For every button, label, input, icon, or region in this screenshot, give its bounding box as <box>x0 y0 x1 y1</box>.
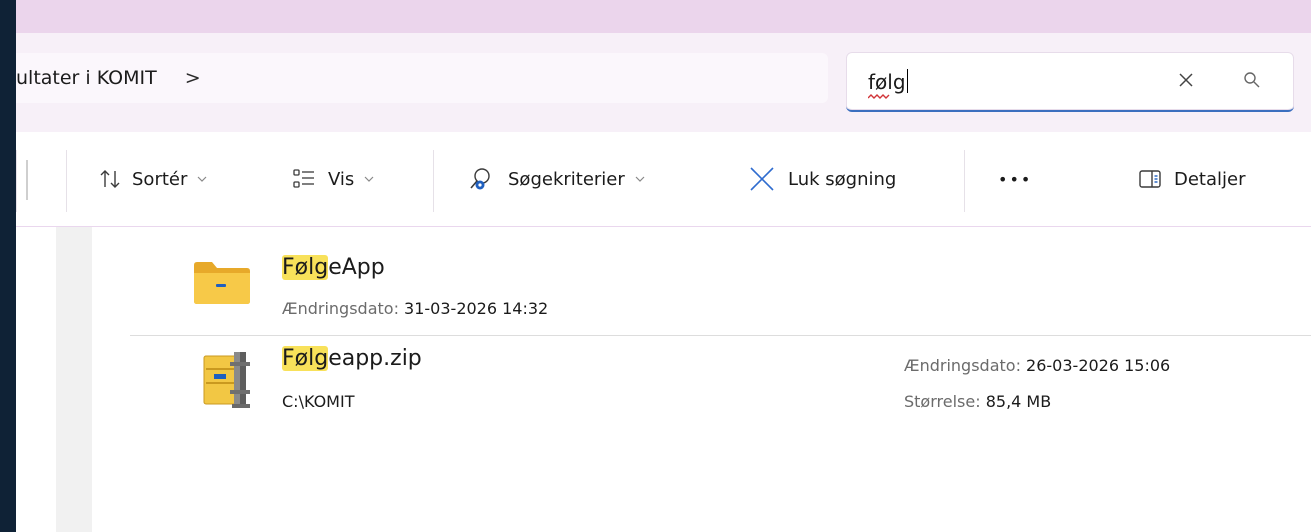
chevron-down-icon <box>635 176 645 182</box>
toolbar-separator <box>66 150 67 212</box>
file-name-rest: eapp.zip <box>328 346 422 371</box>
search-criteria-label: Søgekriterier <box>508 168 625 190</box>
spellcheck-underline-icon <box>868 94 890 99</box>
file-name-rest: eApp <box>328 255 385 280</box>
file-size: Størrelse: 85,4 MB <box>904 392 1051 411</box>
search-icon[interactable] <box>1242 70 1262 90</box>
list-view-icon <box>293 169 314 188</box>
zip-archive-icon <box>203 352 250 408</box>
modified-label: Ændringsdato: <box>282 299 399 318</box>
command-bar: Sortér Vis Søgekriterier Luk søgning •••… <box>16 132 1311 227</box>
list-item[interactable]: Følgeapp.zip C:\KOMIT Ændringsdato: 26-0… <box>92 336 1311 446</box>
chevron-down-icon <box>197 176 207 182</box>
search-match-highlight: Følg <box>282 346 329 371</box>
view-button[interactable]: Vis <box>292 132 374 226</box>
sort-arrows-icon <box>100 170 120 188</box>
search-results-list: FølgeApp Ændringsdato: 31-03-2026 14:32 … <box>92 227 1311 532</box>
modified-value: 26-03-2026 15:06 <box>1026 356 1171 375</box>
close-icon <box>750 167 774 191</box>
view-label: Vis <box>328 168 355 190</box>
modified-label: Ændringsdato: <box>904 356 1021 375</box>
title-bar[interactable] <box>16 0 1311 33</box>
address-bar[interactable]: ultater i KOMIT > <box>16 53 828 103</box>
folder-icon <box>194 262 250 304</box>
details-pane-icon <box>1139 170 1161 188</box>
more-options-icon: ••• <box>998 169 1033 189</box>
more-options-button[interactable]: ••• <box>998 132 1032 226</box>
close-search-button[interactable]: Luk søgning <box>748 132 896 226</box>
chevron-down-icon <box>364 176 374 182</box>
truncated-button-edge <box>26 160 28 200</box>
toolbar-edge-icon <box>16 150 17 212</box>
modified-date: Ændringsdato: 31-03-2026 14:32 <box>282 299 548 318</box>
sort-button[interactable]: Sortér <box>98 132 207 226</box>
file-explorer-window: ultater i KOMIT > følg Sortér Vis Søgekr… <box>16 0 1311 532</box>
search-options-icon <box>470 168 490 190</box>
size-value: 85,4 MB <box>985 392 1052 411</box>
breadcrumb-chevron-icon[interactable]: > <box>185 67 201 89</box>
file-location: C:\KOMIT <box>282 392 355 411</box>
search-input-value: følg <box>868 70 906 94</box>
file-name[interactable]: FølgeApp <box>282 255 385 280</box>
modified-date: Ændringsdato: 26-03-2026 15:06 <box>904 356 1170 375</box>
breadcrumb[interactable]: ultater i KOMIT <box>16 67 157 89</box>
sort-label: Sortér <box>132 168 188 190</box>
modified-value: 31-03-2026 14:32 <box>404 299 549 318</box>
details-label: Detaljer <box>1174 168 1246 190</box>
details-button[interactable]: Detaljer <box>1138 132 1246 226</box>
toolbar-separator <box>433 150 434 212</box>
search-input[interactable]: følg <box>868 69 908 94</box>
size-label: Størrelse: <box>904 392 981 411</box>
text-caret <box>906 69 908 93</box>
list-item[interactable]: FølgeApp Ændringsdato: 31-03-2026 14:32 <box>92 227 1311 335</box>
search-match-highlight: Følg <box>282 255 329 280</box>
file-name[interactable]: Følgeapp.zip <box>282 346 422 371</box>
search-box[interactable]: følg <box>846 52 1294 112</box>
search-criteria-button[interactable]: Søgekriterier <box>468 132 645 226</box>
address-row: ultater i KOMIT > følg <box>16 33 1311 133</box>
close-search-label: Luk søgning <box>788 168 897 190</box>
clear-search-icon[interactable] <box>1176 70 1196 90</box>
toolbar-separator <box>964 150 965 212</box>
navigation-pane-scrollbar[interactable] <box>56 227 92 532</box>
